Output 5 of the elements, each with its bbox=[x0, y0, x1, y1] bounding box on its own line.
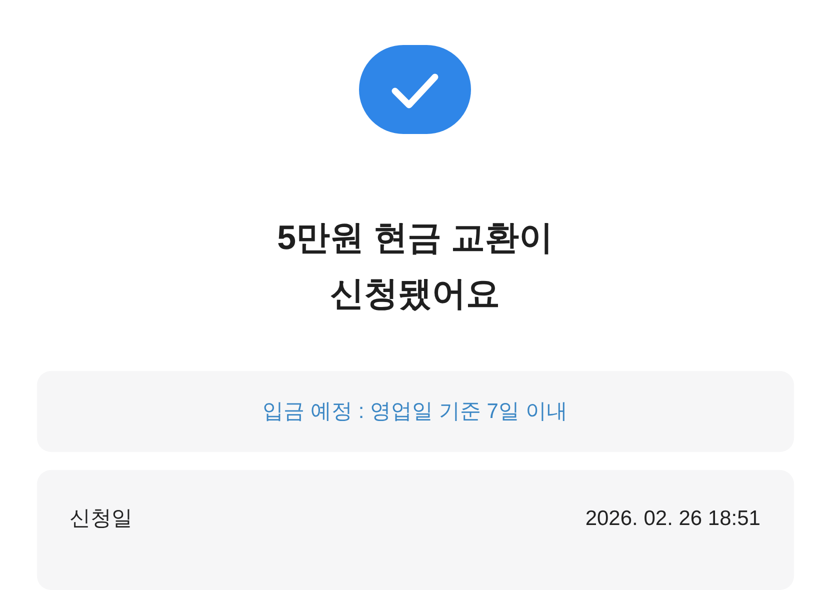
detail-value: 2026. 02. 26 18:51 bbox=[585, 506, 760, 532]
page-title: 5만원 현금 교환이 bbox=[277, 218, 553, 260]
deposit-notice: 입금 예정 : 영업일 기준 7일 이내 bbox=[262, 398, 568, 425]
detail-label: 신청일 bbox=[70, 506, 132, 532]
page-title: 신청됐어요 bbox=[330, 274, 500, 316]
